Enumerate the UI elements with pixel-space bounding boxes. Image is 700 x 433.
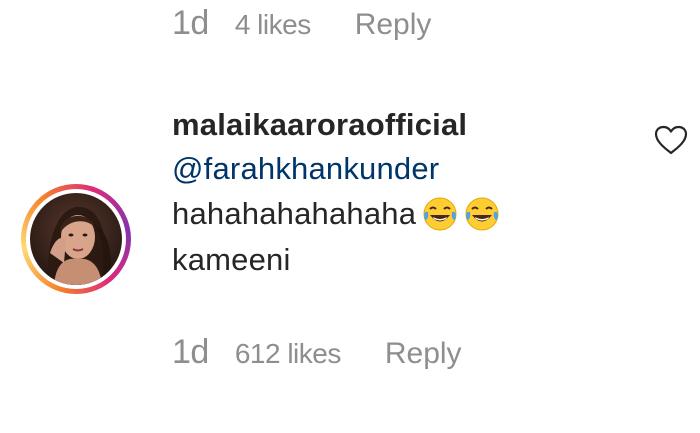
laughing-tears-emoji-icon [423,197,457,231]
comment-timestamp[interactable]: 1d [172,4,209,43]
avatar[interactable] [21,184,131,294]
comment-username[interactable]: malaikaaroraofficial [172,103,500,147]
heart-icon[interactable] [654,125,688,155]
avatar-gap [26,189,126,289]
profile-photo [30,193,122,285]
comment-likes-count[interactable]: 4 likes [235,9,311,41]
comment-text-line: hahahahahahaha [172,191,500,237]
comment-timestamp[interactable]: 1d [172,333,209,372]
comment-thread: 1d 4 likes Reply malaikaaroraofficial @f… [0,0,700,433]
avatar-image [30,193,122,285]
reply-button[interactable]: Reply [385,337,462,371]
comment-body: malaikaaroraofficial @farahkhankunder ha… [172,103,500,283]
reply-button[interactable]: Reply [355,8,432,42]
comment-mention-link[interactable]: @farahkhankunder [172,147,500,191]
previous-comment-meta: 1d 4 likes Reply [172,4,431,43]
comment-text-line-2: kameeni [172,242,291,277]
comment-likes-count[interactable]: 612 likes [235,338,342,370]
comment-meta: 1d 612 likes Reply [172,333,462,372]
comment-text: hahahahahahaha [172,196,417,231]
laughing-tears-emoji-icon [465,197,499,231]
